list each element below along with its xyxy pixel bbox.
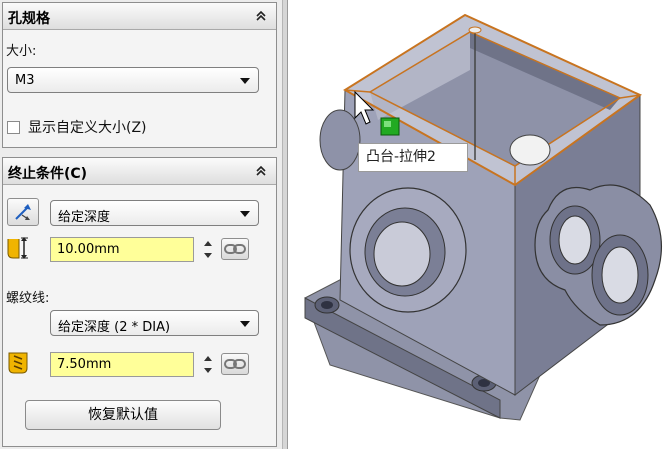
thread-label: 螺纹线: — [6, 291, 50, 306]
chevron-down-icon — [240, 78, 250, 84]
size-value: M3 — [15, 73, 35, 88]
blind-depth-icon — [7, 237, 28, 259]
property-manager: 孔规格 大小: M3 显示自定义大小(Z) 终止条件(C) 给定深度 10.00… — [0, 0, 282, 449]
thread-condition-dropdown[interactable]: 给定深度 (2 * DIA) — [50, 310, 259, 336]
thread-depth-icon — [8, 352, 28, 374]
graphics-area[interactable]: 凸台-拉伸2 — [289, 0, 663, 449]
end-condition-value: 给定深度 — [58, 210, 111, 225]
reverse-direction-icon — [15, 204, 31, 220]
depth-spinner[interactable] — [202, 237, 214, 262]
hole-spec-title: 孔规格 — [8, 11, 50, 27]
link-value-button[interactable] — [221, 238, 249, 260]
feature-tooltip: 凸台-拉伸2 — [358, 143, 468, 172]
depth-input[interactable]: 10.00mm — [50, 237, 194, 262]
thread-condition-value: 给定深度 (2 * DIA) — [58, 320, 171, 335]
restore-defaults-button[interactable]: 恢复默认值 — [25, 400, 221, 430]
chevron-down-icon — [240, 321, 250, 327]
chevron-down-icon — [240, 211, 250, 217]
collapse-icon[interactable] — [254, 164, 268, 178]
link-value-button[interactable] — [221, 353, 249, 375]
panel-splitter[interactable] — [282, 0, 288, 449]
size-label: 大小: — [6, 44, 37, 59]
end-condition-title: 终止条件(C) — [8, 166, 88, 182]
link-icon — [224, 359, 246, 369]
link-icon — [224, 244, 246, 254]
depth-value: 10.00mm — [57, 242, 120, 257]
end-condition-dropdown[interactable]: 给定深度 — [50, 200, 259, 226]
reverse-direction-button[interactable] — [7, 198, 39, 226]
thread-depth-input[interactable]: 7.50mm — [50, 352, 194, 377]
collapse-icon[interactable] — [254, 9, 268, 23]
thread-depth-spinner[interactable] — [202, 352, 214, 377]
end-condition-header[interactable]: 终止条件(C) — [3, 158, 276, 185]
hole-spec-header[interactable]: 孔规格 — [3, 3, 276, 30]
thread-depth-value: 7.50mm — [57, 357, 112, 372]
custom-size-label[interactable]: 显示自定义大小(Z) — [28, 117, 147, 137]
size-dropdown[interactable]: M3 — [7, 67, 259, 93]
custom-size-checkbox[interactable] — [7, 121, 20, 134]
3d-model[interactable] — [289, 0, 663, 449]
